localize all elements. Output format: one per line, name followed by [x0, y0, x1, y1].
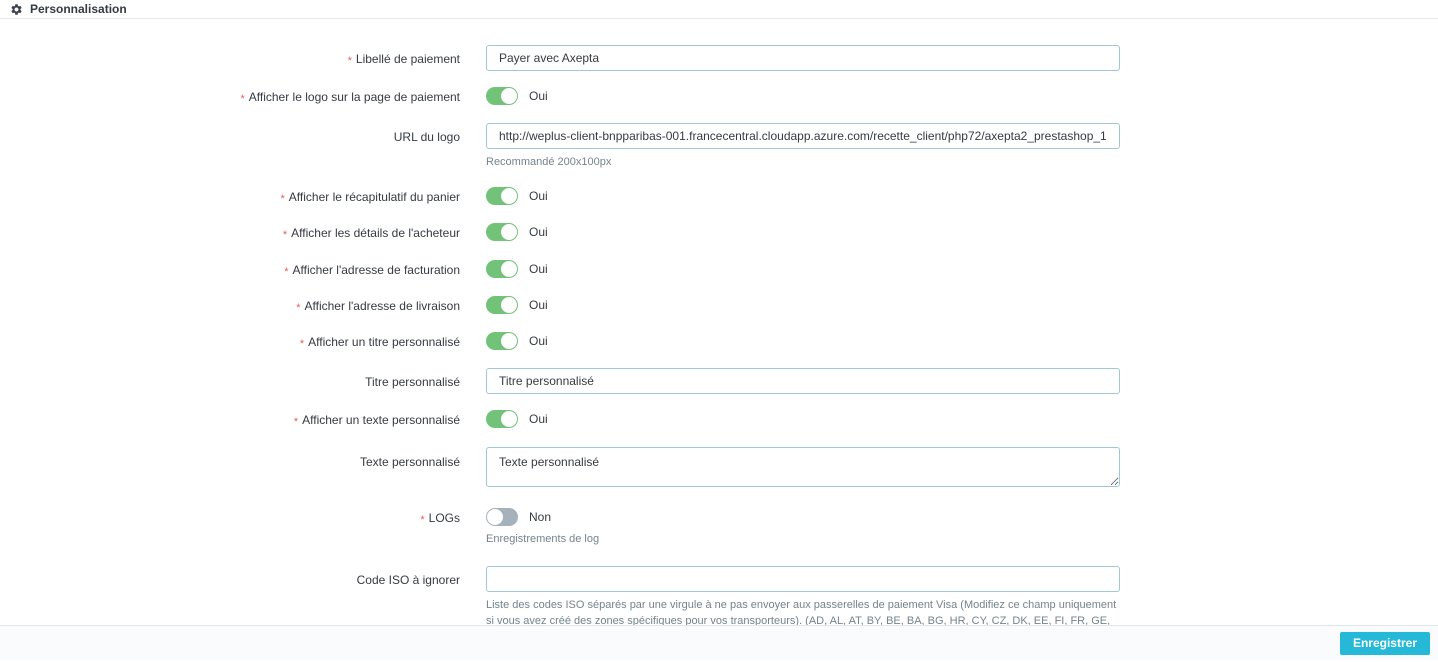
form-row-texte-personnalise: Texte personnalisé — [0, 446, 1438, 492]
required-asterisk: * — [296, 301, 301, 314]
save-button[interactable]: Enregistrer — [1339, 631, 1430, 655]
url-du-logo-hint: Recommandé 200x100px — [486, 156, 612, 169]
afficher-details-acheteur-state-label: Oui — [529, 225, 548, 240]
afficher-titre-personnalise-toggle[interactable] — [486, 332, 518, 351]
field-label-afficher-adresse-facturation: * Afficher l'adresse de facturation — [284, 262, 460, 278]
field-control-afficher-titre-personnalise: Oui — [486, 332, 548, 351]
field-control-afficher-adresse-livraison: Oui — [486, 295, 548, 314]
form-row-afficher-recapitulatif-panier: * Afficher le récapitulatif du panier Oui — [0, 187, 1438, 206]
required-asterisk: * — [299, 338, 305, 351]
field-control-libelle-de-paiement — [486, 45, 1120, 71]
afficher-texte-personnalise-state-label: Oui — [529, 412, 548, 427]
toggle-knob — [501, 296, 517, 313]
form-rows: *Libellé de paiement *Afficher le logo su… — [0, 45, 1438, 662]
toggle-knob — [501, 333, 517, 350]
afficher-logo-page-paiement-state-label: Oui — [529, 89, 548, 103]
form-row-libelle-de-paiement: * Libellé de paiement — [0, 45, 1438, 71]
libelle-de-paiement-input[interactable] — [486, 45, 1120, 71]
titre-personnalise-input[interactable] — [486, 368, 1120, 395]
form-row-afficher-details-acheteur: * Afficher les détails de l'acheteur Oui — [0, 223, 1438, 242]
form-row-afficher-texte-personnalise: * Afficher un texte personnalisé Oui — [0, 410, 1438, 429]
form-row-logs: * LOGs Non Enregistrements de log — [0, 507, 1438, 548]
field-control-afficher-logo-page-paiement: Oui — [486, 87, 548, 105]
settings-form: *Libellé de paiement *Afficher le logo su… — [0, 19, 1438, 662]
field-control-texte-personnalise — [486, 446, 1120, 492]
toggle-knob — [501, 88, 517, 104]
form-row-afficher-adresse-livraison: * Afficher l'adresse de livraison Oui — [0, 295, 1438, 314]
form-row-afficher-adresse-facturation: * Afficher l'adresse de facturation Oui — [0, 259, 1438, 278]
required-asterisk: * — [293, 416, 299, 429]
required-asterisk: * — [420, 513, 425, 526]
form-row-titre-personnalise: Titre personnalisé — [0, 368, 1438, 395]
required-asterisk: * — [347, 55, 352, 67]
field-label-afficher-titre-personnalise: * Afficher un titre personnalisé — [299, 335, 460, 351]
page-title: Personnalisation — [30, 2, 127, 16]
field-label-url-du-logo: URL du logo — [393, 130, 460, 145]
field-label-afficher-logo-page-paiement: * Afficher le logo sur la page de paiemen… — [240, 90, 460, 105]
field-label-logs: * LOGs — [420, 510, 460, 526]
gear-icon — [10, 3, 23, 16]
field-control-afficher-recapitulatif-panier: Oui — [486, 187, 548, 206]
url-du-logo-input[interactable] — [486, 123, 1120, 150]
toggle-knob — [501, 411, 517, 428]
toggle-knob — [501, 224, 517, 241]
required-asterisk: * — [282, 229, 288, 242]
required-asterisk: * — [280, 193, 285, 206]
field-control-url-du-logo: Recommandé 200x100px — [486, 123, 1120, 171]
toggle-knob — [501, 188, 517, 205]
afficher-details-acheteur-toggle[interactable] — [486, 223, 518, 242]
field-label-afficher-details-acheteur: * Afficher les détails de l'acheteur — [282, 226, 460, 242]
field-label-titre-personnalise: Titre personnalisé — [365, 375, 460, 390]
required-asterisk: * — [284, 265, 289, 278]
field-label-libelle-de-paiement: * Libellé de paiement — [347, 52, 460, 67]
logs-toggle[interactable] — [486, 507, 518, 526]
form-row-afficher-titre-personnalise: * Afficher un titre personnalisé Oui — [0, 332, 1438, 351]
toggle-knob — [501, 260, 517, 277]
afficher-titre-personnalise-state-label: Oui — [529, 334, 548, 349]
form-row-afficher-logo-page-paiement: * Afficher le logo sur la page de paiemen… — [0, 87, 1438, 105]
texte-personnalise-textarea[interactable] — [486, 446, 1120, 487]
afficher-recapitulatif-panier-toggle[interactable] — [486, 187, 518, 206]
required-asterisk: * — [240, 93, 245, 105]
field-label-afficher-texte-personnalise: * Afficher un texte personnalisé — [293, 413, 460, 429]
afficher-logo-page-paiement-toggle[interactable] — [486, 87, 518, 105]
afficher-adresse-livraison-toggle[interactable] — [486, 295, 518, 314]
field-control-afficher-adresse-facturation: Oui — [486, 259, 548, 278]
afficher-adresse-livraison-state-label: Oui — [529, 297, 548, 312]
field-label-afficher-adresse-livraison: * Afficher l'adresse de livraison — [296, 298, 460, 314]
footer-bar: Enregistrer — [0, 625, 1438, 660]
toggle-knob — [487, 508, 503, 525]
code-iso-a-ignorer-input[interactable] — [486, 565, 1120, 592]
afficher-adresse-facturation-state-label: Oui — [529, 261, 548, 276]
form-row-url-du-logo: URL du logo Recommandé 200x100px — [0, 123, 1438, 171]
field-control-afficher-texte-personnalise: Oui — [486, 410, 548, 429]
field-label-texte-personnalise: Texte personnalisé — [359, 454, 460, 469]
panel-header: Personnalisation — [0, 0, 1438, 19]
field-control-logs: Non Enregistrements de log — [486, 507, 1120, 548]
afficher-texte-personnalise-toggle[interactable] — [486, 410, 518, 429]
field-control-titre-personnalise — [486, 368, 1120, 395]
field-label-afficher-recapitulatif-panier: * Afficher le récapitulatif du panier — [280, 190, 461, 206]
afficher-adresse-facturation-toggle[interactable] — [486, 259, 518, 278]
field-control-afficher-details-acheteur: Oui — [486, 223, 548, 242]
logs-state-label: Non — [529, 509, 552, 524]
field-label-code-iso-a-ignorer: Code ISO à ignorer — [356, 572, 460, 587]
logs-hint: Enregistrements de log — [486, 532, 600, 545]
afficher-recapitulatif-panier-state-label: Oui — [529, 189, 548, 204]
